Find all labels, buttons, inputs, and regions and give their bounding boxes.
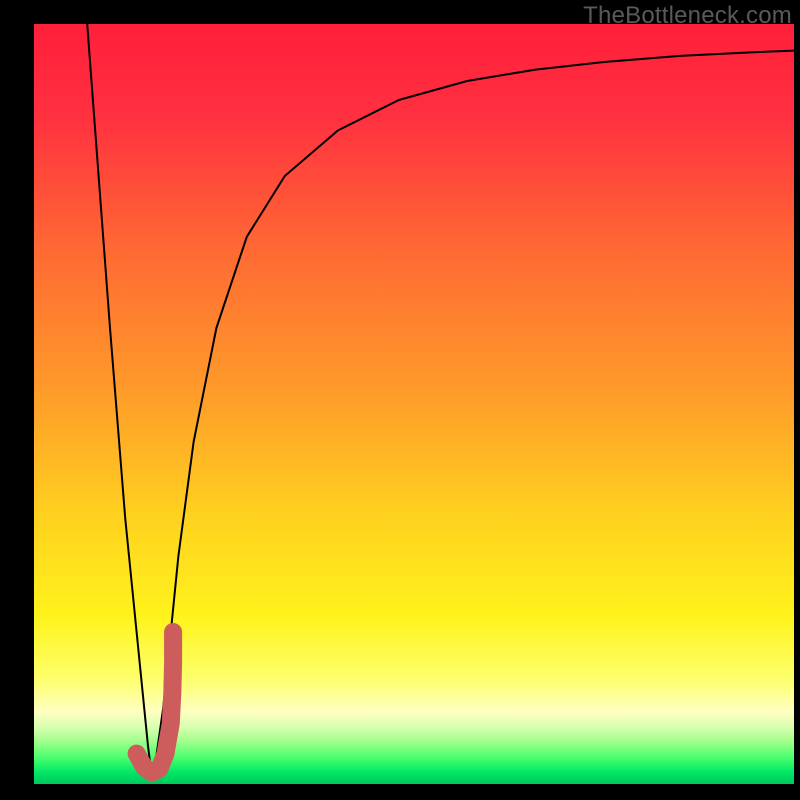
j-mark-path — [137, 632, 173, 773]
plot-svg — [34, 24, 794, 784]
chart-frame: TheBottleneck.com — [0, 0, 800, 800]
watermark-text: TheBottleneck.com — [583, 2, 792, 30]
plot-area — [34, 24, 794, 784]
bottleneck-curve-path — [87, 24, 794, 776]
